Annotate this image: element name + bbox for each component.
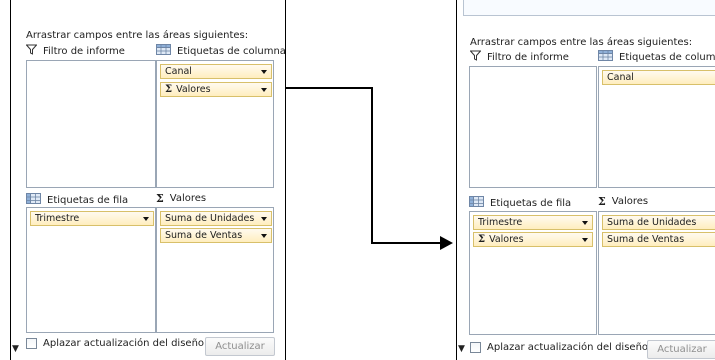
field-label: Suma de Ventas	[165, 230, 243, 241]
defer-update-row: Aplazar actualización del diseño	[26, 338, 204, 349]
row-labels-header: Etiquetas de fila	[26, 193, 128, 207]
column-labels-area[interactable]: Canal	[598, 66, 715, 188]
grid-icon	[26, 193, 41, 207]
report-filter-area[interactable]	[26, 60, 156, 188]
scroll-arrow-icon: ▼	[458, 344, 465, 354]
row-labels-header: Etiquetas de fila	[469, 196, 571, 210]
chevron-down-icon[interactable]	[711, 233, 715, 246]
field-label: Canal	[165, 66, 192, 77]
column-labels-title: Etiquetas de columna	[177, 45, 286, 57]
update-button[interactable]: Actualizar	[647, 340, 715, 359]
row-labels-title: Etiquetas de fila	[47, 194, 129, 206]
chevron-down-icon[interactable]	[257, 83, 271, 96]
field-label: Valores	[489, 234, 524, 245]
funnel-icon	[25, 44, 38, 58]
report-filter-header: Filtro de informe	[25, 44, 125, 58]
arrowhead-icon	[440, 236, 453, 250]
values-title: Valores	[169, 193, 207, 204]
column-labels-header: Etiquetas de columna	[156, 44, 286, 58]
field-list-top-edge	[463, 0, 715, 16]
defer-update-checkbox[interactable]	[470, 342, 481, 353]
chevron-down-icon[interactable]	[257, 229, 271, 242]
connector-line	[286, 87, 440, 244]
values-header: Σ Valores	[156, 191, 207, 205]
pivot-field-list-after: ▼ Arrastrar campos entre las áreas sigui…	[456, 0, 715, 360]
update-button[interactable]: Actualizar	[205, 337, 275, 356]
chevron-down-icon[interactable]	[257, 212, 271, 225]
field-label: Suma de Ventas	[607, 234, 685, 245]
row-labels-title: Etiquetas de fila	[490, 197, 572, 209]
chevron-down-icon[interactable]	[711, 71, 715, 84]
report-filter-title: Filtro de informe	[487, 51, 569, 63]
values-area[interactable]: Suma de Unidades Suma de Ventas	[156, 207, 274, 333]
field-label: Canal	[607, 72, 634, 83]
column-labels-title: Etiquetas de columna	[619, 51, 715, 63]
sigma-icon: Σ	[598, 194, 606, 208]
field-valores[interactable]: Σ Valores	[473, 232, 593, 247]
report-filter-header: Filtro de informe	[469, 50, 569, 64]
report-filter-title: Filtro de informe	[43, 45, 125, 57]
column-labels-header: Etiquetas de columna	[598, 50, 715, 64]
grid-icon	[156, 44, 171, 58]
field-trimestre[interactable]: Trimestre	[473, 215, 593, 230]
drag-fields-label: Arrastrar campos entre las áreas siguien…	[26, 30, 249, 41]
chevron-down-icon[interactable]	[711, 216, 715, 229]
sigma-icon: Σ	[165, 84, 173, 95]
scroll-arrow-icon: ▼	[12, 344, 19, 354]
row-labels-area[interactable]: Trimestre Σ Valores	[469, 211, 597, 335]
sigma-icon: Σ	[478, 234, 486, 245]
chevron-down-icon[interactable]	[578, 233, 592, 246]
funnel-icon	[469, 50, 482, 64]
field-canal[interactable]: Canal	[602, 70, 715, 85]
field-suma-unidades[interactable]: Suma de Unidades	[160, 211, 272, 226]
field-suma-ventas[interactable]: Suma de Ventas	[160, 228, 272, 243]
values-header: Σ Valores	[598, 194, 649, 208]
grid-icon	[469, 196, 484, 210]
row-labels-area[interactable]: Trimestre	[26, 207, 156, 333]
field-suma-ventas[interactable]: Suma de Ventas	[602, 232, 715, 247]
values-area[interactable]: Suma de Unidades Suma de Ventas	[598, 211, 715, 335]
grid-icon	[598, 50, 613, 64]
pivot-field-list-before: ▼ Arrastrar campos entre las áreas sigui…	[10, 0, 286, 360]
field-canal[interactable]: Canal	[160, 64, 272, 79]
field-label: Suma de Unidades	[607, 217, 697, 228]
field-suma-unidades[interactable]: Suma de Unidades	[602, 215, 715, 230]
defer-update-row: Aplazar actualización del diseño	[470, 342, 648, 353]
values-title: Valores	[611, 196, 649, 207]
defer-update-label: Aplazar actualización del diseño	[43, 338, 205, 349]
chevron-down-icon[interactable]	[578, 216, 592, 229]
defer-update-checkbox[interactable]	[26, 338, 37, 349]
report-filter-area[interactable]	[469, 66, 597, 188]
drag-fields-label: Arrastrar campos entre las áreas siguien…	[470, 37, 693, 48]
defer-update-label: Aplazar actualización del diseño	[487, 342, 649, 353]
scrollbar-stub[interactable]: ▼	[457, 324, 467, 360]
sigma-icon: Σ	[156, 191, 164, 205]
field-label: Trimestre	[478, 217, 523, 228]
field-label: Trimestre	[35, 213, 80, 224]
chevron-down-icon[interactable]	[257, 65, 271, 78]
column-labels-area[interactable]: Canal Σ Valores	[156, 60, 274, 188]
chevron-down-icon[interactable]	[139, 212, 153, 225]
scrollbar-stub[interactable]: ▼	[11, 324, 21, 360]
field-trimestre[interactable]: Trimestre	[30, 211, 154, 226]
field-valores[interactable]: Σ Valores	[160, 82, 272, 97]
field-label: Suma de Unidades	[165, 213, 255, 224]
field-label: Valores	[176, 84, 211, 95]
